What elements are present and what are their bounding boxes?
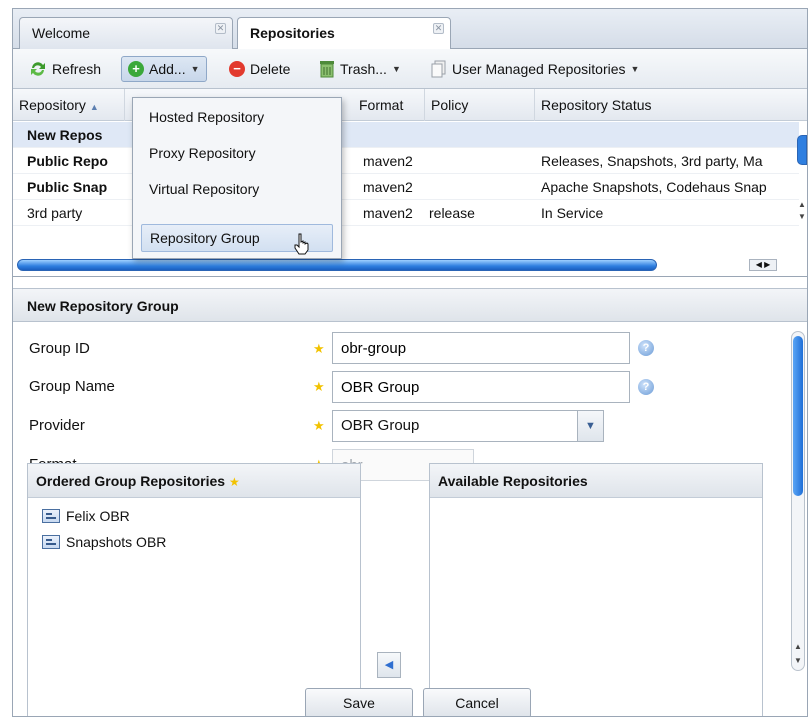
close-icon[interactable]: ✕ xyxy=(215,23,226,34)
repo-format-cell: maven2 xyxy=(363,205,413,221)
column-policy-label: Policy xyxy=(431,97,469,113)
menu-item-label: Virtual Repository xyxy=(149,181,260,197)
menu-item-label: Repository Group xyxy=(150,230,260,246)
chevron-down-icon[interactable]: ▼ xyxy=(577,411,603,441)
table-row[interactable]: New Repos xyxy=(13,122,799,148)
help-icon[interactable]: ? xyxy=(638,379,654,395)
provider-label: Provider xyxy=(29,417,85,434)
chevron-down-icon: ▼ xyxy=(630,64,640,74)
menu-item-label: Hosted Repository xyxy=(149,109,265,125)
trash-label: Trash... xyxy=(340,61,387,77)
refresh-icon xyxy=(31,62,45,76)
group-id-label: Group ID xyxy=(29,340,90,357)
scroll-down-icon[interactable]: ▼ xyxy=(792,656,804,665)
grid-scroll-arrows[interactable]: ▲ ▼ xyxy=(797,199,807,239)
add-button[interactable]: + Add... ▼ xyxy=(121,56,207,82)
table-row[interactable]: 3rd party d maven2 release In Service xyxy=(13,200,799,226)
column-format-label: Format xyxy=(359,97,404,113)
column-repository[interactable]: Repository ▲ xyxy=(13,89,125,121)
menu-item-virtual-repository[interactable]: Virtual Repository xyxy=(141,176,333,204)
toolbar: Refresh + Add... ▼ − Delete Trash... ▼ U… xyxy=(13,49,807,89)
column-repository-status[interactable]: Repository Status xyxy=(535,89,799,121)
ordered-list-title: Ordered Group Repositories xyxy=(36,473,226,489)
menu-item-proxy-repository[interactable]: Proxy Repository xyxy=(141,140,333,168)
close-icon[interactable]: ✕ xyxy=(433,23,444,34)
save-button[interactable]: Save xyxy=(305,688,413,716)
provider-value: OBR Group xyxy=(341,417,420,434)
table-row[interactable]: Public Repo maven2 Releases, Snapshots, … xyxy=(13,148,799,174)
add-icon: + xyxy=(128,61,144,77)
group-id-input[interactable] xyxy=(332,332,630,364)
scroll-up-icon[interactable]: ▲ xyxy=(792,642,804,651)
list-item-label: Felix OBR xyxy=(66,508,130,524)
delete-icon: − xyxy=(229,61,245,77)
repo-name-cell: Public Snap xyxy=(27,179,108,195)
group-name-label: Group Name xyxy=(29,378,115,395)
list-item[interactable]: Snapshots OBR xyxy=(42,534,166,550)
repo-status-cell: Apache Snapshots, Codehaus Snap xyxy=(541,179,767,195)
repositories-icon xyxy=(431,60,446,78)
form-vertical-scrollbar[interactable]: ▲ ▼ xyxy=(791,331,805,671)
help-icon[interactable]: ? xyxy=(638,340,654,356)
ordered-group-repositories-list[interactable]: Ordered Group Repositories ★ Felix OBR S… xyxy=(27,463,361,716)
refresh-button[interactable]: Refresh xyxy=(23,56,107,82)
grid-hscroll-buttons[interactable]: ◀ ▶ xyxy=(749,259,777,271)
menu-item-hosted-repository[interactable]: Hosted Repository xyxy=(141,104,333,132)
repo-name-cell: Public Repo xyxy=(27,153,108,169)
chevron-down-icon: ▼ xyxy=(391,64,401,74)
available-repositories-list[interactable]: Available Repositories xyxy=(429,463,763,716)
tab-welcome-label: Welcome xyxy=(32,25,91,41)
column-format[interactable]: Format xyxy=(353,89,425,121)
cancel-button[interactable]: Cancel xyxy=(423,688,531,716)
tab-strip: Welcome ✕ Repositories ✕ xyxy=(13,9,807,50)
available-list-title: Available Repositories xyxy=(438,473,588,489)
scroll-thumb[interactable] xyxy=(793,336,803,496)
sort-asc-icon: ▲ xyxy=(89,102,99,112)
hand-cursor-icon xyxy=(294,233,309,255)
repo-format-cell: maven2 xyxy=(363,179,413,195)
repo-policy-cell: release xyxy=(429,205,475,221)
required-star-icon: ★ xyxy=(313,379,325,394)
trash-icon xyxy=(320,61,334,78)
column-policy[interactable]: Policy xyxy=(425,89,535,121)
table-row[interactable]: Public Snap maven2 Apache Snapshots, Cod… xyxy=(13,174,799,200)
menu-item-label: Proxy Repository xyxy=(149,145,256,161)
list-item[interactable]: Felix OBR xyxy=(42,508,130,524)
add-label: Add... xyxy=(149,61,186,77)
delete-label: Delete xyxy=(250,61,291,77)
group-name-input[interactable] xyxy=(332,371,630,403)
provider-select[interactable]: OBR Group xyxy=(332,410,604,442)
tab-repositories-label: Repositories xyxy=(250,25,335,41)
repositories-window: Welcome ✕ Repositories ✕ Refresh + Add..… xyxy=(12,8,808,717)
repo-name-cell: 3rd party xyxy=(27,205,83,221)
repo-status-cell: Releases, Snapshots, 3rd party, Ma xyxy=(541,153,763,169)
delete-button[interactable]: − Delete xyxy=(223,56,296,82)
required-star-icon: ★ xyxy=(313,418,325,433)
user-managed-label: User Managed Repositories xyxy=(452,61,626,77)
tab-repositories[interactable]: Repositories ✕ xyxy=(237,17,451,50)
column-status-label: Repository Status xyxy=(541,97,652,113)
repo-status-cell: In Service xyxy=(541,205,604,221)
tab-welcome[interactable]: Welcome ✕ xyxy=(19,17,233,49)
grid-horizontal-scrollbar[interactable] xyxy=(17,259,657,271)
ordered-list-header: Ordered Group Repositories ★ xyxy=(28,464,360,498)
user-managed-repositories-button[interactable]: User Managed Repositories ▼ xyxy=(425,56,645,82)
required-star-icon: ★ xyxy=(228,475,240,489)
repository-icon xyxy=(42,535,60,549)
refresh-label: Refresh xyxy=(52,61,102,77)
grid-vertical-scrollbar[interactable] xyxy=(797,135,807,165)
panel-title: New Repository Group xyxy=(13,288,807,322)
move-left-icon[interactable]: ◀ xyxy=(377,652,401,678)
repo-format-cell: maven2 xyxy=(363,153,413,169)
available-list-header: Available Repositories xyxy=(430,464,762,498)
column-repository-label: Repository xyxy=(19,97,86,113)
required-star-icon: ★ xyxy=(313,341,325,356)
chevron-down-icon: ▼ xyxy=(190,64,200,74)
new-repository-group-form: Group ID ★ ? Group Name ★ ? Provider ★ O… xyxy=(13,322,807,716)
list-item-label: Snapshots OBR xyxy=(66,534,167,550)
trash-button[interactable]: Trash... ▼ xyxy=(313,56,407,82)
repo-name-cell: New Repos xyxy=(27,127,103,143)
repository-icon xyxy=(42,509,60,523)
